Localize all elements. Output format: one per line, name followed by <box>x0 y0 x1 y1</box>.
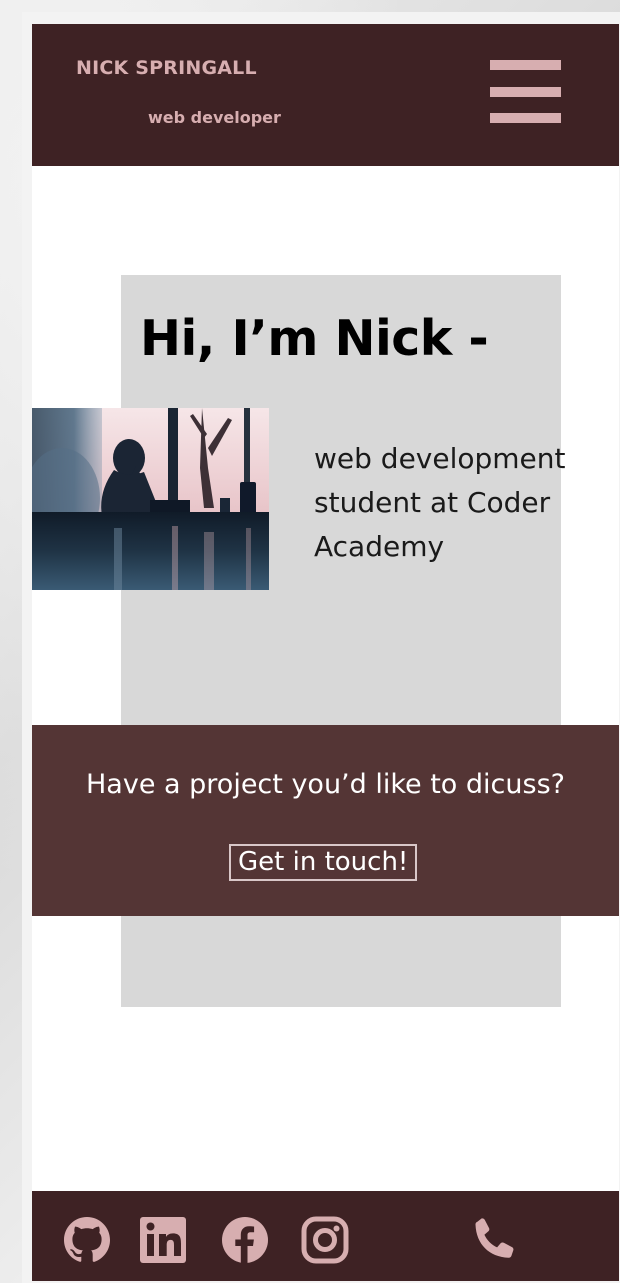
brand-tagline: web developer <box>148 108 281 127</box>
silhouette-at-window-photo <box>32 408 269 590</box>
site-footer <box>32 1191 619 1281</box>
menu-bar <box>490 60 561 70</box>
hamburger-menu-icon[interactable] <box>486 57 562 123</box>
instagram-icon[interactable] <box>300 1215 350 1265</box>
brand-name[interactable]: NICK SPRINGALL <box>76 57 257 79</box>
hero-bio: web development student at Coder Academy <box>314 442 566 563</box>
get-in-touch-button[interactable]: Get in touch! <box>229 844 418 881</box>
facebook-glyph <box>222 1217 268 1263</box>
phone-glyph <box>475 1218 514 1258</box>
menu-bar <box>490 113 561 123</box>
mobile-viewport: NICK SPRINGALL web developer Hi, I’m Nic… <box>32 24 619 1281</box>
linkedin-icon[interactable] <box>138 1215 188 1265</box>
cta-text: Have a project you’d like to dicuss? <box>86 769 565 800</box>
facebook-icon[interactable] <box>220 1215 270 1265</box>
github-icon[interactable] <box>62 1215 112 1265</box>
linkedin-glyph <box>140 1217 186 1263</box>
site-header: NICK SPRINGALL web developer <box>32 24 619 166</box>
phone-icon[interactable] <box>468 1215 518 1265</box>
github-glyph <box>64 1217 110 1262</box>
hero-title: Hi, I’m Nick - <box>140 310 489 367</box>
photo-illustration <box>32 408 269 590</box>
contact-cta-section: Have a project you’d like to dicuss? Get… <box>32 725 619 916</box>
instagram-glyph <box>301 1216 349 1264</box>
menu-bar <box>490 87 561 97</box>
